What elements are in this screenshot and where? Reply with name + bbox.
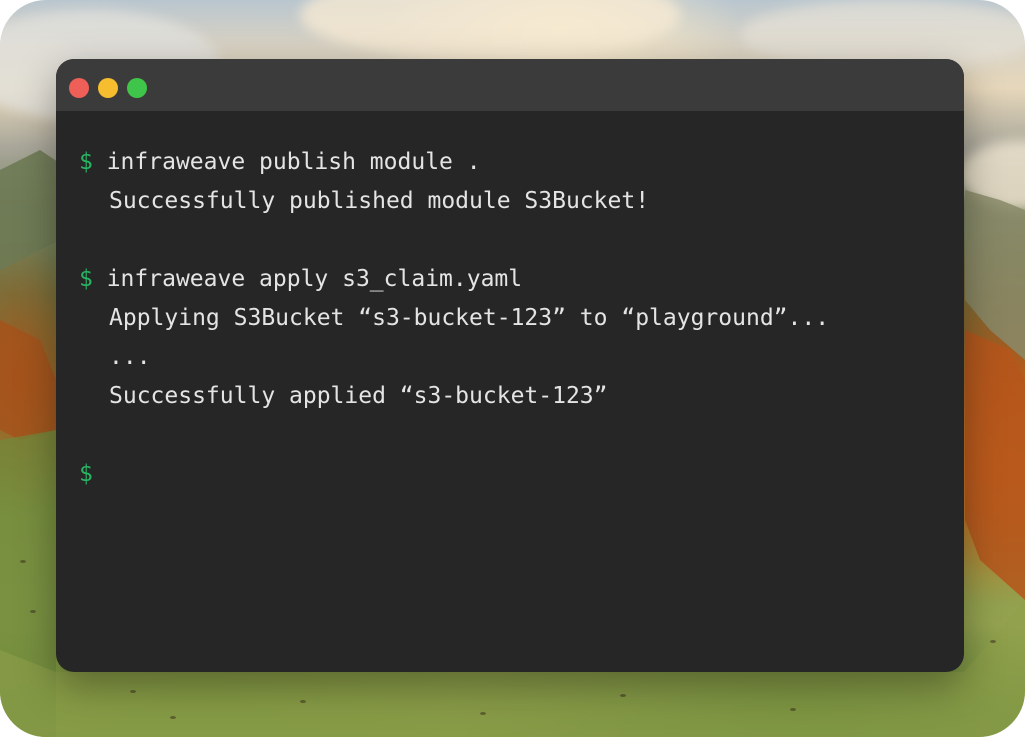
meadow-detail [480, 712, 486, 715]
terminal-titlebar[interactable] [56, 59, 964, 111]
meadow-detail [790, 708, 796, 711]
zoom-button[interactable] [127, 78, 147, 98]
terminal-window[interactable]: $ infraweave publish module . Successfull… [56, 59, 964, 672]
minimize-button[interactable] [98, 78, 118, 98]
command-text: infraweave publish module . [92, 149, 481, 175]
meadow-detail [620, 694, 626, 697]
command-line: $ infraweave publish module . [79, 147, 481, 177]
desktop-wallpaper: $ infraweave publish module . Successfull… [0, 0, 1025, 737]
meadow-detail [300, 700, 306, 703]
close-button[interactable] [69, 78, 89, 98]
prompt-symbol: $ [79, 461, 93, 487]
command-text: infraweave apply s3_claim.yaml [92, 266, 523, 292]
prompt-line: $ [79, 459, 93, 489]
output-line: Successfully published module S3Bucket! [109, 188, 650, 214]
meadow-detail [990, 640, 996, 643]
meadow-detail [30, 610, 36, 613]
prompt-symbol: $ [79, 266, 93, 292]
terminal-output[interactable]: $ infraweave publish module . Successfull… [56, 111, 964, 672]
output-line: ... [109, 344, 151, 370]
output-line: Applying S3Bucket “s3-bucket-123” to “pl… [109, 305, 830, 331]
meadow-detail [170, 716, 176, 719]
meadow-detail [130, 690, 136, 693]
prompt-symbol: $ [79, 149, 93, 175]
command-line: $ infraweave apply s3_claim.yaml [79, 264, 522, 294]
meadow-detail [20, 560, 26, 563]
output-line: Successfully applied “s3-bucket-123” [109, 383, 608, 409]
